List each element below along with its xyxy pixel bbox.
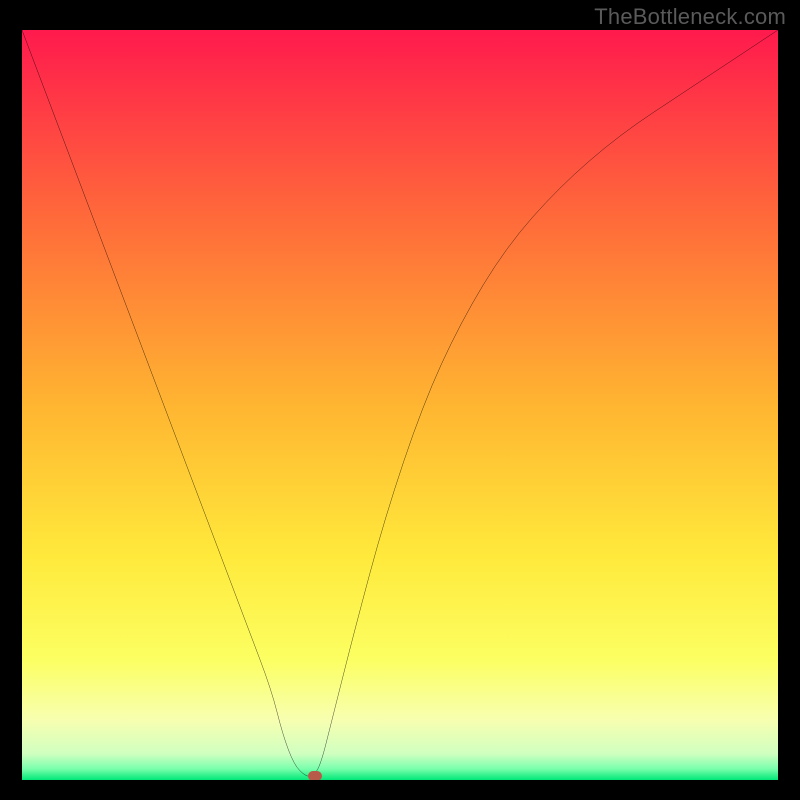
bottleneck-curve bbox=[22, 30, 778, 780]
watermark-text: TheBottleneck.com bbox=[594, 4, 786, 30]
plot-area bbox=[22, 30, 778, 780]
chart-frame: TheBottleneck.com bbox=[0, 0, 800, 800]
optimal-point-marker bbox=[308, 771, 322, 780]
